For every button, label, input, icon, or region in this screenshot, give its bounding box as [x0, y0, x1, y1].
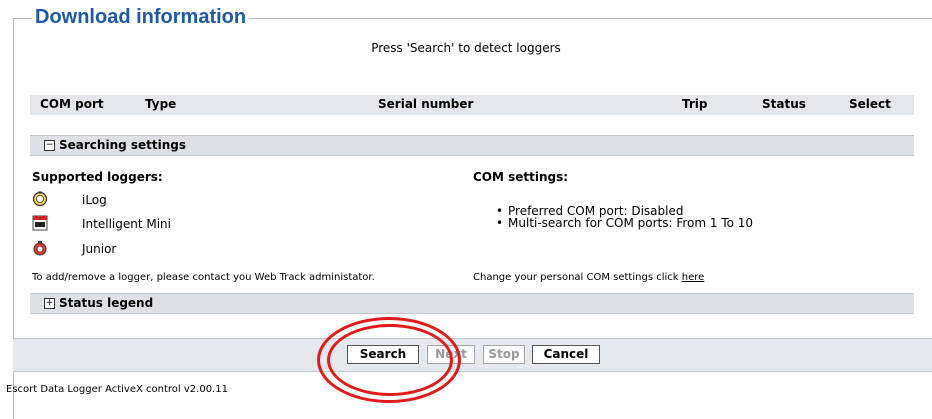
stop-button[interactable]: Stop: [483, 345, 525, 364]
logger-name: Intelligent Mini: [82, 217, 171, 231]
column-status[interactable]: Status: [762, 97, 806, 111]
annotation-circle-inner: [327, 324, 453, 396]
intelligent-mini-icon: [32, 215, 48, 231]
com-settings-list: Preferred COM port: Disabled Multi-searc…: [494, 205, 753, 229]
supported-loggers-title: Supported loggers:: [32, 170, 163, 184]
column-select[interactable]: Select: [849, 97, 891, 111]
button-bar: Search Next Stop Cancel: [13, 338, 932, 372]
logger-name: iLog: [82, 193, 107, 207]
status-legend-label: Status legend: [59, 296, 154, 310]
logger-table-header: COM port Type Serial number Trip Status …: [30, 95, 914, 115]
column-trip[interactable]: Trip: [682, 97, 708, 111]
section-title: Download information: [32, 6, 250, 29]
column-com-port[interactable]: COM port: [40, 97, 104, 111]
column-serial-number[interactable]: Serial number: [378, 97, 473, 111]
list-item: Multi-search for COM ports: From 1 To 10: [494, 217, 753, 229]
searching-settings-header[interactable]: − Searching settings: [30, 135, 914, 156]
add-logger-note: To add/remove a logger, please contact y…: [32, 272, 375, 283]
searching-settings-label: Searching settings: [59, 138, 187, 152]
logger-name: Junior: [82, 242, 117, 256]
com-settings-link[interactable]: here: [682, 272, 705, 283]
change-com-settings-text: Change your personal COM settings click: [473, 272, 682, 283]
collapse-icon[interactable]: −: [44, 140, 55, 151]
change-com-settings: Change your personal COM settings click …: [473, 272, 704, 283]
cancel-button[interactable]: Cancel: [532, 345, 600, 364]
column-type[interactable]: Type: [145, 97, 176, 111]
expand-icon[interactable]: +: [44, 298, 55, 309]
status-legend-header[interactable]: + Status legend: [30, 293, 914, 314]
com-settings-title: COM settings:: [473, 170, 569, 184]
search-hint: Press 'Search' to detect loggers: [371, 41, 561, 55]
ilog-icon: [32, 191, 48, 207]
junior-icon: [33, 241, 47, 256]
version-footer: Escort Data Logger ActiveX control v2.00…: [6, 384, 228, 395]
